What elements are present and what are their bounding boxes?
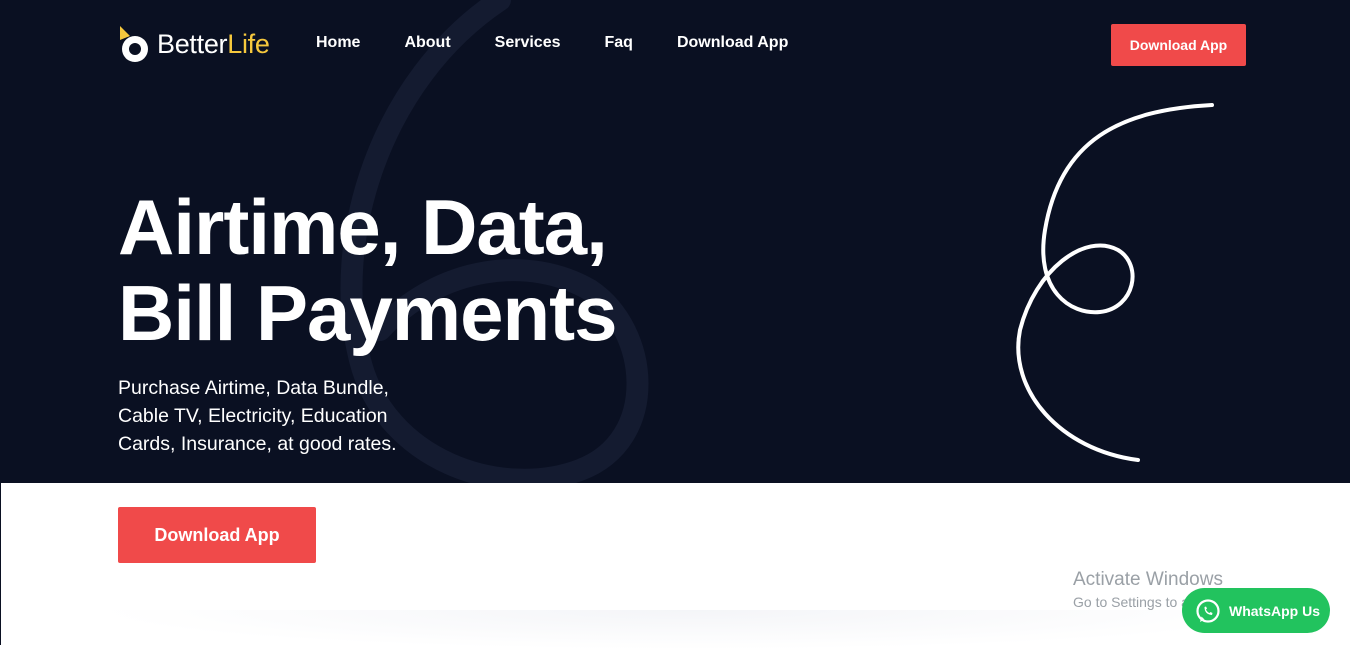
brand-logo[interactable]: BetterLife xyxy=(118,24,270,64)
nav-about[interactable]: About xyxy=(404,34,450,52)
headline-line-2: Bill Payments xyxy=(118,269,618,357)
curl-decoration xyxy=(1016,103,1214,462)
headline-line-1: Airtime, Data, xyxy=(118,183,608,271)
nav-services[interactable]: Services xyxy=(495,34,561,52)
hero-headline: Airtime, Data, Bill Payments xyxy=(118,183,618,357)
nav-home[interactable]: Home xyxy=(316,34,360,52)
whatsapp-button[interactable]: WhatsApp Us xyxy=(1182,588,1330,633)
header-download-button[interactable]: Download App xyxy=(1111,24,1246,66)
hero-section: BetterLife Home About Services Faq Downl… xyxy=(0,0,1350,483)
page-edge xyxy=(0,483,1,645)
hero-subtext: Purchase Airtime, Data Bundle, Cable TV,… xyxy=(118,377,397,455)
logo-mark-icon xyxy=(120,26,148,62)
hero-download-button[interactable]: Download App xyxy=(118,507,316,563)
main-nav: Home About Services Faq Download App xyxy=(316,34,788,52)
nav-download-app[interactable]: Download App xyxy=(677,34,788,52)
whatsapp-icon xyxy=(1196,598,1220,623)
brand-name-part1: Better xyxy=(157,28,228,59)
brand-name: BetterLife xyxy=(157,29,270,60)
brand-name-part2: Life xyxy=(227,28,270,59)
section-fade xyxy=(90,610,1290,650)
nav-faq[interactable]: Faq xyxy=(605,34,633,52)
whatsapp-label: WhatsApp Us xyxy=(1229,602,1320,619)
